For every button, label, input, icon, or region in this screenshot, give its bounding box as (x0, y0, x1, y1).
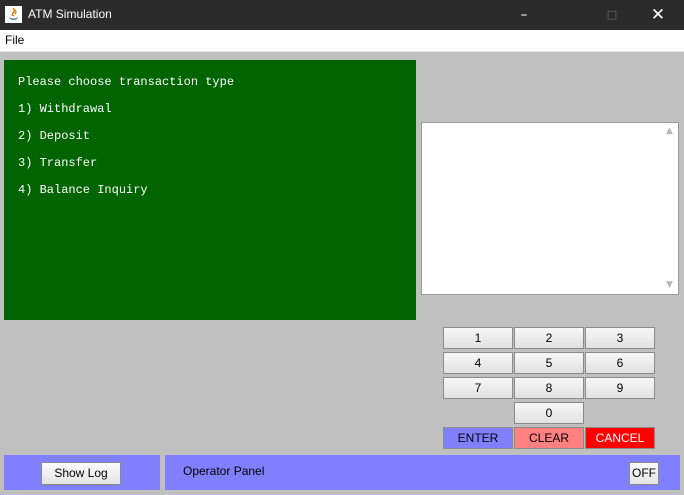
key-4[interactable]: 4 (443, 352, 513, 374)
show-log-button[interactable]: Show Log (41, 462, 121, 485)
display-line: 3) Transfer (18, 156, 98, 170)
vertical-scrollbar[interactable]: ▲ ▼ (661, 123, 678, 294)
log-text-area[interactable] (421, 122, 679, 295)
key-8[interactable]: 8 (514, 377, 584, 399)
key-6[interactable]: 6 (585, 352, 655, 374)
minimize-button[interactable]: – (501, 0, 547, 30)
cancel-button[interactable]: CANCEL (585, 427, 655, 449)
scroll-up-icon[interactable]: ▲ (661, 123, 678, 140)
display-line: Please choose transaction type (18, 75, 235, 89)
key-3[interactable]: 3 (585, 327, 655, 349)
key-5[interactable]: 5 (514, 352, 584, 374)
key-9[interactable]: 9 (585, 377, 655, 399)
display-line: 2) Deposit (18, 129, 91, 143)
key-7[interactable]: 7 (443, 377, 513, 399)
title-bar: ATM Simulation – □ ✕ (0, 0, 684, 30)
atm-display: Please choose transaction type 1) Withdr… (4, 60, 416, 320)
java-app-icon (5, 6, 22, 23)
scroll-down-icon[interactable]: ▼ (661, 277, 678, 294)
enter-button[interactable]: ENTER (443, 427, 513, 449)
display-line: 4) Balance Inquiry (18, 183, 148, 197)
close-button[interactable]: ✕ (635, 0, 681, 30)
off-button[interactable]: OFF (629, 462, 659, 485)
key-0[interactable]: 0 (514, 402, 584, 424)
display-line: 1) Withdrawal (18, 102, 112, 116)
clear-button[interactable]: CLEAR (514, 427, 584, 449)
window-title: ATM Simulation (28, 7, 112, 21)
log-button-panel: Show Log (4, 455, 160, 490)
operator-panel: Operator Panel OFF (165, 455, 680, 490)
operator-panel-label: Operator Panel (183, 464, 265, 478)
key-1[interactable]: 1 (443, 327, 513, 349)
menu-bar: File (0, 30, 684, 52)
maximize-button[interactable]: □ (589, 0, 635, 30)
menu-file[interactable]: File (5, 33, 24, 47)
key-2[interactable]: 2 (514, 327, 584, 349)
